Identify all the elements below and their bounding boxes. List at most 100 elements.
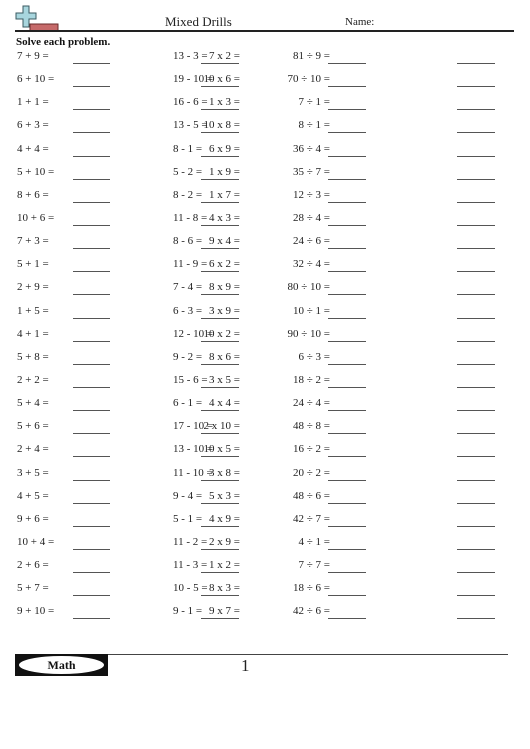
answer-line[interactable] <box>457 317 495 319</box>
answer-line[interactable] <box>201 479 239 481</box>
answer-line[interactable] <box>328 386 366 388</box>
answer-line[interactable] <box>201 618 239 620</box>
answer-line[interactable] <box>328 502 366 504</box>
answer-line[interactable] <box>328 572 366 574</box>
answer-line[interactable] <box>73 363 110 365</box>
answer-line[interactable] <box>201 109 239 111</box>
answer-line[interactable] <box>73 132 110 134</box>
answer-line[interactable] <box>73 410 110 412</box>
answer-line[interactable] <box>73 271 110 273</box>
answer-line[interactable] <box>457 363 495 365</box>
answer-line[interactable] <box>328 224 366 226</box>
answer-line[interactable] <box>201 178 239 180</box>
answer-line[interactable] <box>457 294 495 296</box>
answer-line[interactable] <box>328 86 366 88</box>
answer-line[interactable] <box>457 479 495 481</box>
answer-line[interactable] <box>73 178 110 180</box>
answer-line[interactable] <box>201 410 239 412</box>
answer-line[interactable] <box>73 294 110 296</box>
answer-line[interactable] <box>201 248 239 250</box>
answer-line[interactable] <box>201 456 239 458</box>
answer-line[interactable] <box>201 155 239 157</box>
answer-line[interactable] <box>328 63 366 64</box>
answer-line[interactable] <box>201 548 239 550</box>
answer-line[interactable] <box>328 155 366 157</box>
answer-line[interactable] <box>457 410 495 412</box>
answer-line[interactable] <box>201 595 239 597</box>
answer-line[interactable] <box>73 502 110 504</box>
answer-line[interactable] <box>328 410 366 412</box>
answer-line[interactable] <box>201 294 239 296</box>
answer-line[interactable] <box>328 340 366 342</box>
answer-line[interactable] <box>73 595 110 597</box>
answer-line[interactable] <box>73 340 110 342</box>
answer-line[interactable] <box>73 86 110 88</box>
answer-line[interactable] <box>73 456 110 458</box>
answer-line[interactable] <box>73 248 110 250</box>
answer-line[interactable] <box>201 525 239 527</box>
answer-line[interactable] <box>328 132 366 134</box>
answer-line[interactable] <box>201 433 239 435</box>
answer-line[interactable] <box>328 525 366 527</box>
answer-line[interactable] <box>457 109 495 111</box>
answer-line[interactable] <box>73 479 110 481</box>
answer-line[interactable] <box>73 155 110 157</box>
answer-line[interactable] <box>457 86 495 88</box>
answer-line[interactable] <box>328 201 366 203</box>
answer-line[interactable] <box>73 548 110 550</box>
answer-line[interactable] <box>328 548 366 550</box>
answer-line[interactable] <box>201 271 239 273</box>
answer-line[interactable] <box>73 63 110 64</box>
answer-line[interactable] <box>457 433 495 435</box>
answer-line[interactable] <box>328 248 366 250</box>
answer-line[interactable] <box>73 224 110 226</box>
answer-line[interactable] <box>457 201 495 203</box>
answer-line[interactable] <box>457 63 495 64</box>
answer-line[interactable] <box>201 386 239 388</box>
answer-line[interactable] <box>73 386 110 388</box>
answer-line[interactable] <box>328 363 366 365</box>
answer-line[interactable] <box>73 618 110 620</box>
answer-line[interactable] <box>73 317 110 319</box>
answer-line[interactable] <box>201 317 239 319</box>
answer-line[interactable] <box>328 178 366 180</box>
answer-line[interactable] <box>73 201 110 203</box>
answer-line[interactable] <box>457 525 495 527</box>
answer-line[interactable] <box>201 502 239 504</box>
answer-line[interactable] <box>328 618 366 620</box>
answer-line[interactable] <box>457 572 495 574</box>
answer-line[interactable] <box>328 433 366 435</box>
answer-line[interactable] <box>73 109 110 111</box>
answer-line[interactable] <box>457 132 495 134</box>
answer-line[interactable] <box>201 201 239 203</box>
answer-line[interactable] <box>328 317 366 319</box>
answer-line[interactable] <box>73 572 110 574</box>
answer-line[interactable] <box>201 132 239 134</box>
answer-line[interactable] <box>73 525 110 527</box>
answer-line[interactable] <box>328 271 366 273</box>
answer-line[interactable] <box>201 86 239 88</box>
answer-line[interactable] <box>328 294 366 296</box>
answer-line[interactable] <box>457 595 495 597</box>
answer-line[interactable] <box>457 456 495 458</box>
answer-line[interactable] <box>457 224 495 226</box>
answer-line[interactable] <box>457 155 495 157</box>
answer-line[interactable] <box>457 340 495 342</box>
answer-line[interactable] <box>328 109 366 111</box>
answer-line[interactable] <box>457 248 495 250</box>
answer-line[interactable] <box>457 502 495 504</box>
answer-line[interactable] <box>201 340 239 342</box>
answer-line[interactable] <box>201 363 239 365</box>
answer-line[interactable] <box>328 479 366 481</box>
answer-line[interactable] <box>201 572 239 574</box>
answer-line[interactable] <box>457 618 495 620</box>
answer-line[interactable] <box>328 595 366 597</box>
answer-line[interactable] <box>201 63 239 64</box>
answer-line[interactable] <box>201 224 239 226</box>
answer-line[interactable] <box>73 433 110 435</box>
answer-line[interactable] <box>328 456 366 458</box>
answer-line[interactable] <box>457 386 495 388</box>
answer-line[interactable] <box>457 548 495 550</box>
answer-line[interactable] <box>457 271 495 273</box>
answer-line[interactable] <box>457 178 495 180</box>
